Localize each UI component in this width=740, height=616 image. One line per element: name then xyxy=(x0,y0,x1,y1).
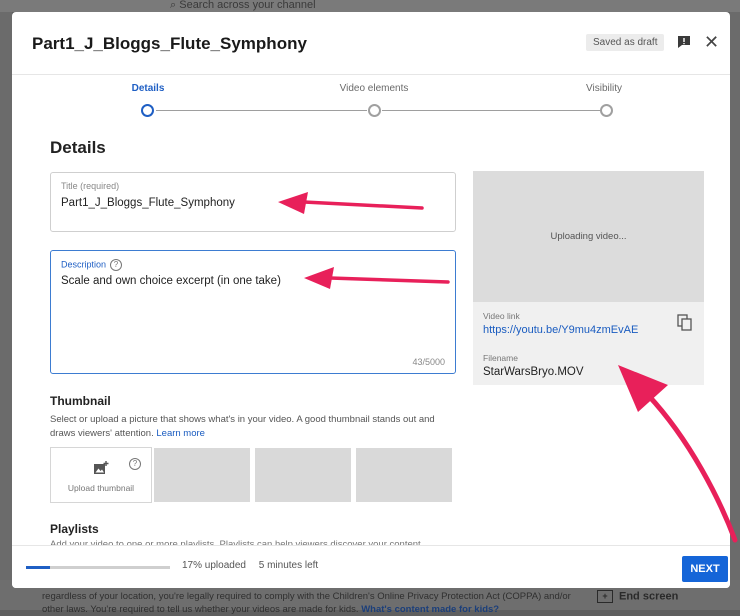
curved-annotation-arrow-icon xyxy=(618,365,738,543)
